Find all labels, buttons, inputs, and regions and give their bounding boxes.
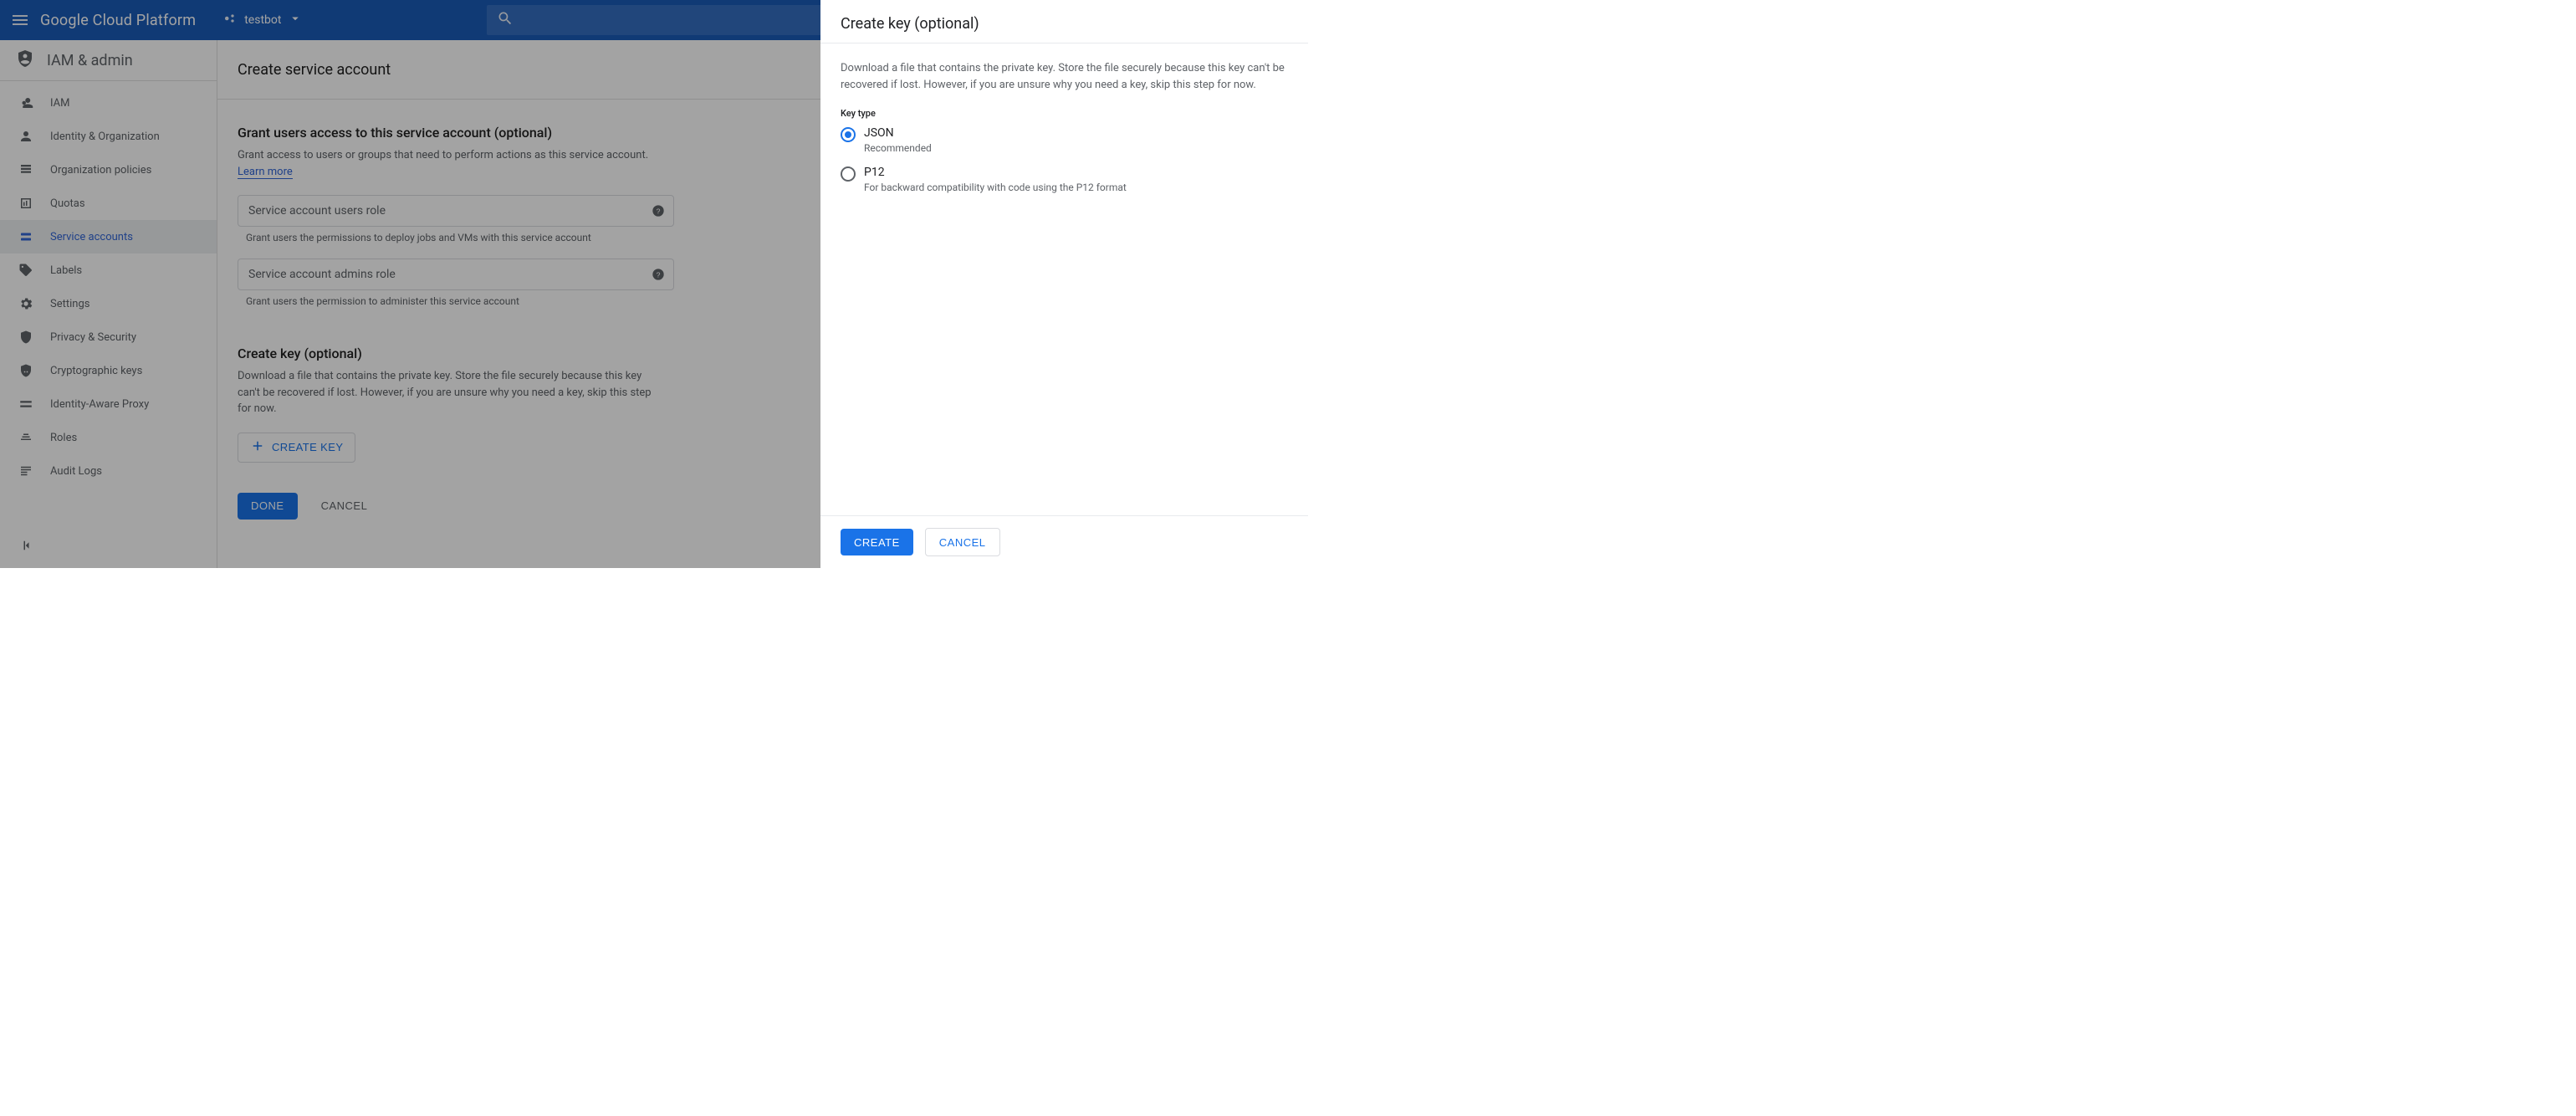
radio-p12-label: P12 xyxy=(864,166,1127,179)
radio-json-label: JSON xyxy=(864,126,932,140)
drawer-title: Create key (optional) xyxy=(820,0,1308,43)
radio-icon xyxy=(841,127,856,142)
drawer-cancel-button[interactable]: CANCEL xyxy=(925,528,1000,556)
create-key-drawer: Create key (optional) Download a file th… xyxy=(820,0,1308,568)
drawer-desc: Download a file that contains the privat… xyxy=(841,60,1288,93)
radio-json[interactable]: JSON Recommended xyxy=(841,126,1288,154)
radio-icon xyxy=(841,166,856,182)
radio-p12[interactable]: P12 For backward compatibility with code… xyxy=(841,166,1288,193)
key-type-label: Key type xyxy=(841,108,1288,119)
radio-p12-sub: For backward compatibility with code usi… xyxy=(864,182,1127,193)
radio-json-sub: Recommended xyxy=(864,142,932,154)
drawer-create-button[interactable]: CREATE xyxy=(841,529,913,555)
